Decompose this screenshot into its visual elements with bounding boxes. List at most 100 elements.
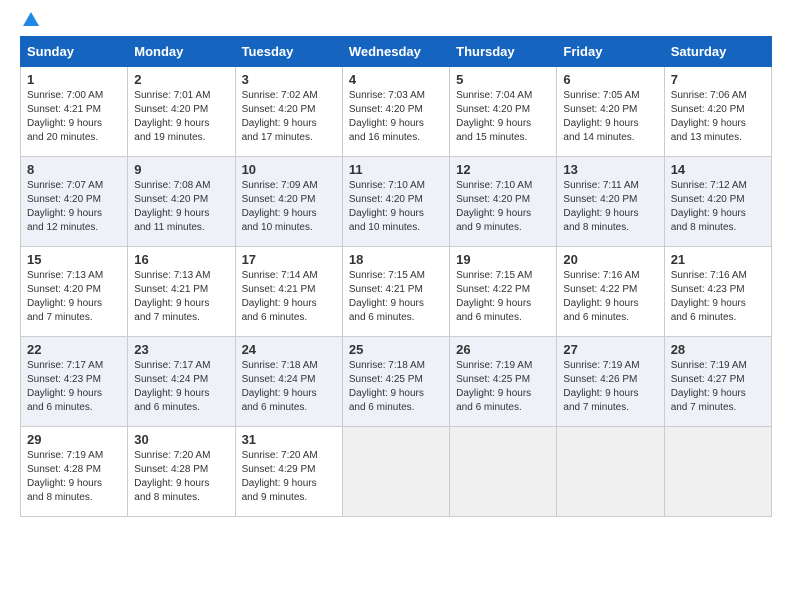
day-number: 3 (242, 72, 336, 87)
calendar-day-cell: 24 Sunrise: 7:18 AMSunset: 4:24 PMDaylig… (235, 337, 342, 427)
day-info: Sunrise: 7:01 AMSunset: 4:20 PMDaylight:… (134, 90, 210, 143)
logo-triangle-icon (23, 12, 39, 26)
day-info: Sunrise: 7:13 AMSunset: 4:20 PMDaylight:… (27, 270, 103, 323)
day-info: Sunrise: 7:19 AMSunset: 4:25 PMDaylight:… (456, 360, 532, 413)
day-number: 28 (671, 342, 765, 357)
calendar-day-cell: 18 Sunrise: 7:15 AMSunset: 4:21 PMDaylig… (342, 247, 449, 337)
day-number: 7 (671, 72, 765, 87)
day-info: Sunrise: 7:19 AMSunset: 4:26 PMDaylight:… (563, 360, 639, 413)
day-info: Sunrise: 7:18 AMSunset: 4:25 PMDaylight:… (349, 360, 425, 413)
day-number: 4 (349, 72, 443, 87)
day-number: 17 (242, 252, 336, 267)
day-number: 11 (349, 162, 443, 177)
day-info: Sunrise: 7:16 AMSunset: 4:22 PMDaylight:… (563, 270, 639, 323)
calendar-day-cell (557, 427, 664, 517)
day-number: 5 (456, 72, 550, 87)
page-header (20, 16, 772, 26)
day-number: 21 (671, 252, 765, 267)
day-info: Sunrise: 7:05 AMSunset: 4:20 PMDaylight:… (563, 90, 639, 143)
day-info: Sunrise: 7:17 AMSunset: 4:24 PMDaylight:… (134, 360, 210, 413)
day-number: 14 (671, 162, 765, 177)
day-info: Sunrise: 7:17 AMSunset: 4:23 PMDaylight:… (27, 360, 103, 413)
day-info: Sunrise: 7:04 AMSunset: 4:20 PMDaylight:… (456, 90, 532, 143)
day-info: Sunrise: 7:03 AMSunset: 4:20 PMDaylight:… (349, 90, 425, 143)
calendar-day-cell: 1 Sunrise: 7:00 AMSunset: 4:21 PMDayligh… (21, 67, 128, 157)
calendar-day-cell (664, 427, 771, 517)
day-info: Sunrise: 7:09 AMSunset: 4:20 PMDaylight:… (242, 180, 318, 233)
day-number: 1 (27, 72, 121, 87)
calendar-day-cell: 27 Sunrise: 7:19 AMSunset: 4:26 PMDaylig… (557, 337, 664, 427)
day-info: Sunrise: 7:20 AMSunset: 4:28 PMDaylight:… (134, 450, 210, 503)
day-number: 12 (456, 162, 550, 177)
day-info: Sunrise: 7:08 AMSunset: 4:20 PMDaylight:… (134, 180, 210, 233)
calendar-day-cell: 11 Sunrise: 7:10 AMSunset: 4:20 PMDaylig… (342, 157, 449, 247)
calendar-day-cell: 23 Sunrise: 7:17 AMSunset: 4:24 PMDaylig… (128, 337, 235, 427)
day-info: Sunrise: 7:15 AMSunset: 4:21 PMDaylight:… (349, 270, 425, 323)
calendar-header-row: SundayMondayTuesdayWednesdayThursdayFrid… (21, 37, 772, 67)
day-info: Sunrise: 7:00 AMSunset: 4:21 PMDaylight:… (27, 90, 103, 143)
day-number: 31 (242, 432, 336, 447)
calendar-day-cell: 12 Sunrise: 7:10 AMSunset: 4:20 PMDaylig… (450, 157, 557, 247)
day-number: 29 (27, 432, 121, 447)
day-info: Sunrise: 7:10 AMSunset: 4:20 PMDaylight:… (456, 180, 532, 233)
day-info: Sunrise: 7:19 AMSunset: 4:27 PMDaylight:… (671, 360, 747, 413)
calendar-day-cell (450, 427, 557, 517)
day-number: 24 (242, 342, 336, 357)
day-number: 13 (563, 162, 657, 177)
day-info: Sunrise: 7:20 AMSunset: 4:29 PMDaylight:… (242, 450, 318, 503)
day-info: Sunrise: 7:11 AMSunset: 4:20 PMDaylight:… (563, 180, 638, 233)
calendar-day-cell (342, 427, 449, 517)
day-number: 19 (456, 252, 550, 267)
calendar-week-row: 15 Sunrise: 7:13 AMSunset: 4:20 PMDaylig… (21, 247, 772, 337)
logo (20, 16, 39, 26)
calendar-day-cell: 9 Sunrise: 7:08 AMSunset: 4:20 PMDayligh… (128, 157, 235, 247)
calendar-day-cell: 3 Sunrise: 7:02 AMSunset: 4:20 PMDayligh… (235, 67, 342, 157)
day-number: 22 (27, 342, 121, 357)
day-info: Sunrise: 7:18 AMSunset: 4:24 PMDaylight:… (242, 360, 318, 413)
calendar-day-cell: 14 Sunrise: 7:12 AMSunset: 4:20 PMDaylig… (664, 157, 771, 247)
calendar-week-row: 29 Sunrise: 7:19 AMSunset: 4:28 PMDaylig… (21, 427, 772, 517)
calendar-day-cell: 29 Sunrise: 7:19 AMSunset: 4:28 PMDaylig… (21, 427, 128, 517)
day-number: 9 (134, 162, 228, 177)
calendar-day-cell: 26 Sunrise: 7:19 AMSunset: 4:25 PMDaylig… (450, 337, 557, 427)
calendar-day-header: Tuesday (235, 37, 342, 67)
calendar-day-header: Sunday (21, 37, 128, 67)
calendar-day-cell: 8 Sunrise: 7:07 AMSunset: 4:20 PMDayligh… (21, 157, 128, 247)
day-info: Sunrise: 7:06 AMSunset: 4:20 PMDaylight:… (671, 90, 747, 143)
calendar-day-header: Friday (557, 37, 664, 67)
calendar-day-header: Thursday (450, 37, 557, 67)
calendar-day-cell: 10 Sunrise: 7:09 AMSunset: 4:20 PMDaylig… (235, 157, 342, 247)
day-info: Sunrise: 7:16 AMSunset: 4:23 PMDaylight:… (671, 270, 747, 323)
calendar-day-cell: 13 Sunrise: 7:11 AMSunset: 4:20 PMDaylig… (557, 157, 664, 247)
calendar-day-cell: 22 Sunrise: 7:17 AMSunset: 4:23 PMDaylig… (21, 337, 128, 427)
day-number: 30 (134, 432, 228, 447)
day-number: 23 (134, 342, 228, 357)
calendar-day-cell: 19 Sunrise: 7:15 AMSunset: 4:22 PMDaylig… (450, 247, 557, 337)
calendar-day-cell: 15 Sunrise: 7:13 AMSunset: 4:20 PMDaylig… (21, 247, 128, 337)
day-number: 20 (563, 252, 657, 267)
calendar-day-cell: 21 Sunrise: 7:16 AMSunset: 4:23 PMDaylig… (664, 247, 771, 337)
calendar-day-header: Saturday (664, 37, 771, 67)
day-number: 2 (134, 72, 228, 87)
day-info: Sunrise: 7:12 AMSunset: 4:20 PMDaylight:… (671, 180, 747, 233)
day-info: Sunrise: 7:07 AMSunset: 4:20 PMDaylight:… (27, 180, 103, 233)
calendar-day-cell: 4 Sunrise: 7:03 AMSunset: 4:20 PMDayligh… (342, 67, 449, 157)
calendar-day-cell: 7 Sunrise: 7:06 AMSunset: 4:20 PMDayligh… (664, 67, 771, 157)
calendar-day-cell: 5 Sunrise: 7:04 AMSunset: 4:20 PMDayligh… (450, 67, 557, 157)
calendar-day-cell: 2 Sunrise: 7:01 AMSunset: 4:20 PMDayligh… (128, 67, 235, 157)
day-info: Sunrise: 7:13 AMSunset: 4:21 PMDaylight:… (134, 270, 210, 323)
calendar-day-cell: 6 Sunrise: 7:05 AMSunset: 4:20 PMDayligh… (557, 67, 664, 157)
day-number: 18 (349, 252, 443, 267)
day-number: 6 (563, 72, 657, 87)
calendar-week-row: 22 Sunrise: 7:17 AMSunset: 4:23 PMDaylig… (21, 337, 772, 427)
day-number: 10 (242, 162, 336, 177)
day-info: Sunrise: 7:02 AMSunset: 4:20 PMDaylight:… (242, 90, 318, 143)
day-number: 16 (134, 252, 228, 267)
day-number: 8 (27, 162, 121, 177)
calendar-week-row: 8 Sunrise: 7:07 AMSunset: 4:20 PMDayligh… (21, 157, 772, 247)
day-info: Sunrise: 7:19 AMSunset: 4:28 PMDaylight:… (27, 450, 103, 503)
day-info: Sunrise: 7:10 AMSunset: 4:20 PMDaylight:… (349, 180, 425, 233)
calendar-day-cell: 31 Sunrise: 7:20 AMSunset: 4:29 PMDaylig… (235, 427, 342, 517)
day-number: 27 (563, 342, 657, 357)
calendar-day-cell: 30 Sunrise: 7:20 AMSunset: 4:28 PMDaylig… (128, 427, 235, 517)
